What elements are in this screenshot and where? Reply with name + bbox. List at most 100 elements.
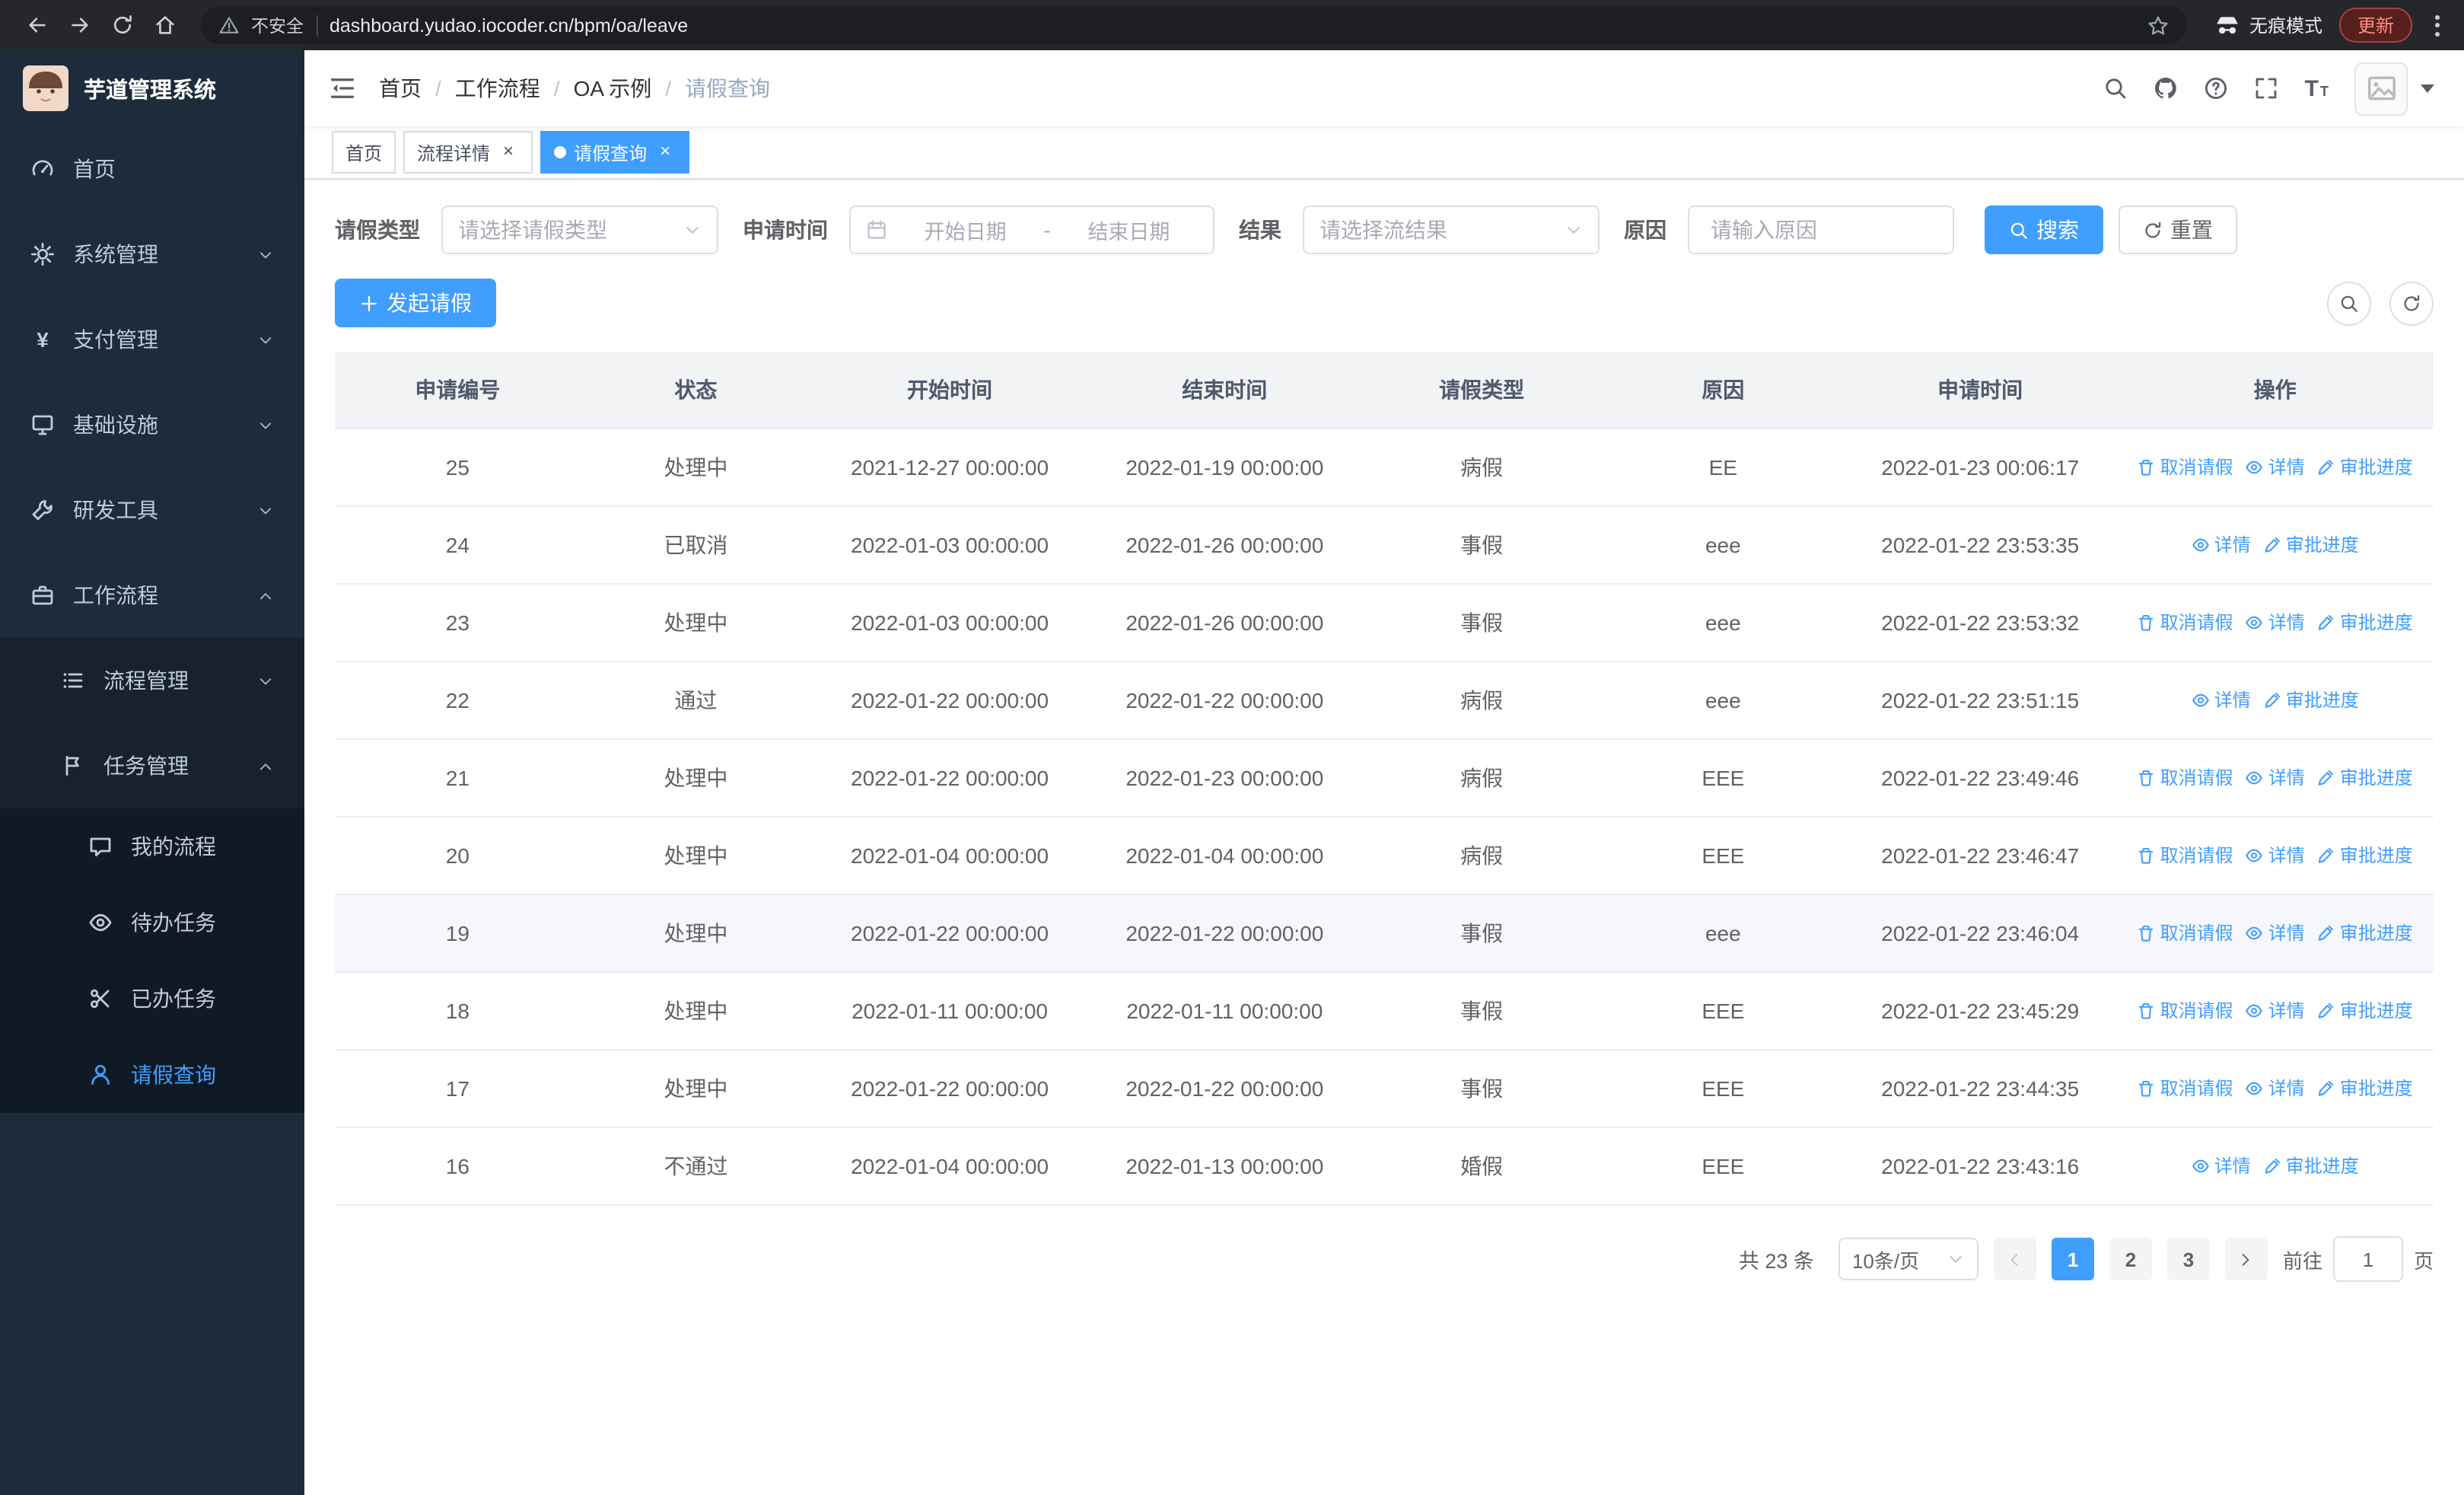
cancel-action[interactable]: 取消请假 [2138,1076,2233,1101]
fullscreen-icon[interactable] [2255,76,2279,100]
cell-start: 2022-01-04 00:00:00 [811,817,1089,895]
sidebar-item[interactable]: 首页 [0,126,304,212]
sidebar-toggle-icon[interactable] [329,75,356,102]
cancel-action[interactable]: 取消请假 [2138,920,2233,946]
tab-item[interactable]: 请假查询 × [540,131,690,174]
security-label: 不安全 [251,18,304,36]
bookmark-star-icon[interactable] [2147,14,2169,36]
cell-applied: 2022-01-22 23:53:35 [1843,506,2117,585]
progress-action[interactable]: 审批进度 [2263,1153,2359,1179]
progress-action[interactable]: 审批进度 [2317,1076,2413,1101]
detail-action[interactable]: 详情 [2246,998,2305,1024]
help-icon[interactable] [2205,76,2229,100]
user-menu[interactable] [2354,62,2440,115]
caret-down-icon [2415,76,2440,100]
progress-action[interactable]: 审批进度 [2263,532,2359,558]
detail-action[interactable]: 详情 [2246,1076,2305,1101]
update-button[interactable]: 更新 [2338,8,2412,43]
sidebar-item[interactable]: ¥ 支付管理 [0,297,304,382]
font-size-icon[interactable]: TT [2305,75,2329,101]
cell-status: 不通过 [580,1127,812,1206]
cell-end: 2022-01-13 00:00:00 [1088,1127,1361,1206]
browser-menu-button[interactable] [2429,8,2446,42]
reason-input[interactable] [1708,216,1934,244]
cell-start: 2022-01-03 00:00:00 [811,584,1089,662]
breadcrumb-item[interactable]: 工作流程 [455,73,540,104]
sidebar-item[interactable]: 工作流程 [0,553,304,638]
detail-action[interactable]: 详情 [2192,532,2251,558]
sidebar-item[interactable]: 任务管理 [0,723,304,808]
search-icon[interactable] [2104,76,2128,100]
incognito-badge: 无痕模式 [2214,12,2322,38]
page-button[interactable]: 1 [2051,1238,2094,1280]
page-button[interactable]: 3 [2166,1238,2210,1280]
tab-close-icon[interactable]: × [498,141,519,163]
column-header: 操作 [2116,352,2434,429]
github-icon[interactable] [2154,76,2179,100]
progress-action[interactable]: 审批进度 [2263,687,2359,713]
sidebar-item[interactable]: 流程管理 [0,638,304,723]
detail-action[interactable]: 详情 [2246,765,2305,791]
date-range-input[interactable]: 开始日期 - 结束日期 [849,206,1214,254]
detail-action[interactable]: 详情 [2246,843,2305,869]
breadcrumb-item[interactable]: 首页 [379,73,422,104]
process-icon [61,668,85,693]
detail-action[interactable]: 详情 [2246,610,2305,636]
cancel-action[interactable]: 取消请假 [2138,843,2233,869]
result-select[interactable]: 请选择流结果 [1303,206,1600,254]
cancel-action[interactable]: 取消请假 [2138,998,2233,1024]
search-button[interactable]: 搜索 [1985,206,2103,254]
logo[interactable]: 芋道管理系统 [0,50,304,126]
search-toggle-button[interactable] [2327,281,2371,325]
table-refresh-button[interactable] [2389,281,2434,325]
goto-input[interactable] [2332,1236,2403,1282]
reset-button-label: 重置 [2170,218,2213,242]
progress-action[interactable]: 审批进度 [2317,920,2413,946]
sidebar-item[interactable]: 基础设施 [0,382,304,467]
progress-action[interactable]: 审批进度 [2317,610,2413,636]
progress-action[interactable]: 审批进度 [2317,998,2413,1024]
progress-action[interactable]: 审批进度 [2317,765,2413,791]
op-label: 取消请假 [2160,767,2233,789]
tab-item[interactable]: 流程详情 × [403,131,533,174]
forward-button[interactable] [61,7,97,43]
sidebar-item[interactable]: 已办任务 [0,961,304,1037]
sidebar-item[interactable]: 请假查询 [0,1037,304,1113]
create-leave-button[interactable]: 发起请假 [335,279,496,327]
breadcrumb-separator: / [553,76,560,100]
tab-close-icon[interactable]: × [654,141,676,163]
breadcrumb-item[interactable]: OA 示例 [574,73,652,104]
page-size-select[interactable]: 10条/页 [1838,1238,1979,1280]
sidebar-item[interactable]: 研发工具 [0,467,304,553]
chevron-down-icon [257,246,274,263]
sidebar-item[interactable]: 我的流程 [0,808,304,885]
tab-item[interactable]: 首页 [332,131,396,174]
url-bar[interactable]: 不安全 dashboard.yudao.iocoder.cn/bpm/oa/le… [201,6,2187,44]
reload-button[interactable] [103,7,140,43]
main-area: 首页 / 工作流程 / OA 示例 / 请假查询 TT 首页 流程详情 × 请假查询 × [304,50,2464,1495]
detail-action[interactable]: 详情 [2192,687,2251,713]
cancel-action[interactable]: 取消请假 [2138,610,2233,636]
back-button[interactable] [18,7,55,43]
leave-type-select[interactable]: 请选择请假类型 [441,206,718,254]
breadcrumb-separator: / [665,76,672,100]
sidebar-item[interactable]: 待办任务 [0,885,304,961]
detail-action[interactable]: 详情 [2246,920,2305,946]
detail-action[interactable]: 详情 [2246,454,2305,480]
home-button[interactable] [146,7,183,43]
reset-button[interactable]: 重置 [2119,206,2237,254]
cancel-action[interactable]: 取消请假 [2138,765,2233,791]
page-button[interactable]: 2 [2109,1238,2152,1280]
sidebar-item-label: 已办任务 [131,987,216,1011]
view-icon [2246,1079,2264,1098]
detail-action[interactable]: 详情 [2192,1153,2251,1179]
next-page-button[interactable] [2224,1238,2268,1280]
sidebar-item[interactable]: 系统管理 [0,212,304,297]
cell-reason: eee [1602,661,1844,740]
breadcrumb-separator: / [435,76,441,100]
prev-page-button[interactable] [1993,1238,2036,1280]
cancel-action[interactable]: 取消请假 [2138,454,2233,480]
progress-action[interactable]: 审批进度 [2317,843,2413,869]
progress-action[interactable]: 审批进度 [2317,454,2413,480]
tab-label: 请假查询 [574,142,648,164]
